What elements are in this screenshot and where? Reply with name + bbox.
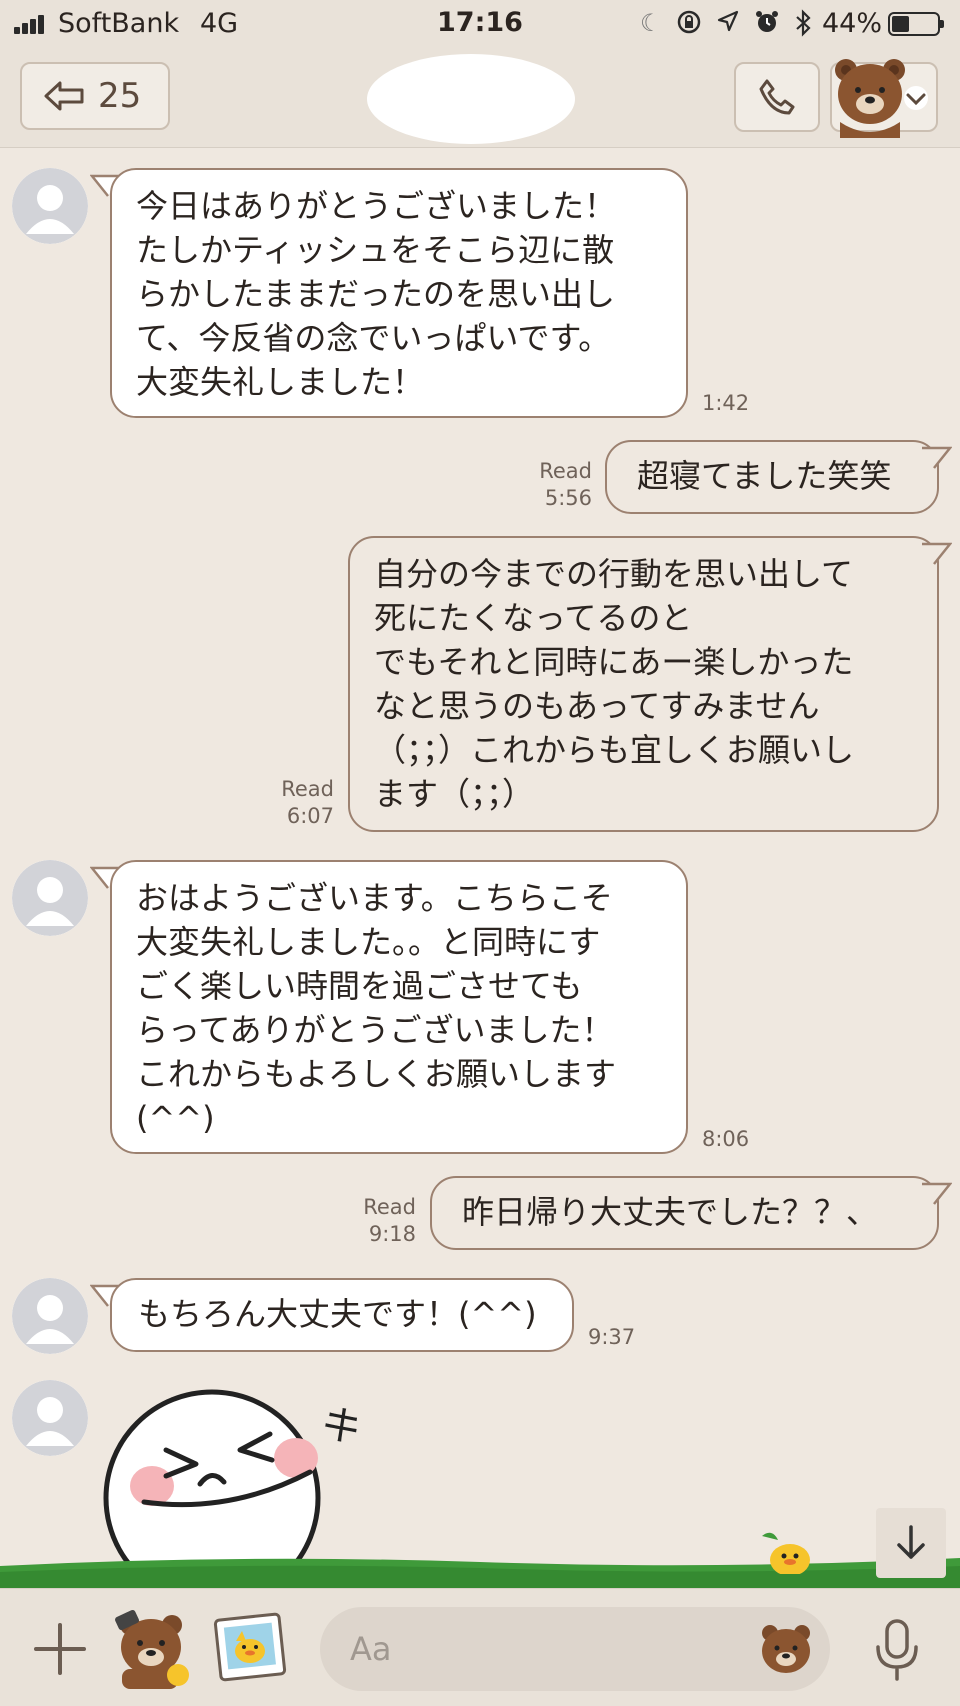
battery-icon — [888, 12, 944, 36]
rotation-lock-icon — [677, 10, 700, 34]
bubble-tail — [922, 542, 952, 565]
read-receipt: Read 5:56 — [539, 459, 592, 510]
microphone-icon[interactable] — [872, 1617, 922, 1681]
call-button[interactable] — [734, 62, 820, 132]
message-time: 8:06 — [702, 1127, 750, 1151]
message-bubble-outgoing[interactable]: 昨日帰り大丈夫でした？？、 — [430, 1176, 939, 1250]
chick-icon — [762, 1532, 810, 1574]
grass-decoration — [0, 1558, 960, 1588]
photo-icon[interactable] — [212, 1611, 288, 1683]
chat-header: 25 — [0, 48, 960, 148]
scroll-to-bottom-button[interactable] — [876, 1508, 946, 1578]
bluetooth-icon — [795, 9, 811, 37]
alarm-icon — [755, 11, 778, 32]
moon-icon: ☾ — [640, 9, 662, 37]
message-bubble-incoming[interactable]: もちろん大丈夫です！(^^) — [110, 1278, 574, 1352]
message-bubble-outgoing[interactable]: 超寝てました笑笑 — [605, 440, 939, 514]
bubble-tail — [922, 446, 952, 469]
unread-count: 25 — [98, 76, 142, 116]
message-input[interactable] — [320, 1607, 830, 1691]
back-button[interactable]: 25 — [20, 62, 170, 130]
message-bubble-incoming[interactable]: 今日はありがとうございました！ たしかティッシュをそこら辺に散 らかしたままだっ… — [110, 168, 688, 418]
back-arrow-icon — [44, 81, 84, 111]
read-receipt: Read 9:18 — [363, 1195, 416, 1246]
battery-level-fill — [892, 16, 910, 32]
status-bar: SoftBank 4G 17:16 ☾ 44% — [0, 0, 960, 48]
sender-avatar[interactable] — [12, 168, 88, 244]
sender-avatar[interactable] — [12, 1278, 88, 1354]
status-icons: ☾ — [640, 9, 812, 37]
chat-title-redacted — [367, 54, 575, 144]
chevron-down-icon — [904, 86, 928, 110]
message-input-bar — [0, 1588, 960, 1706]
bear-sticker-icon[interactable] — [112, 1607, 194, 1689]
bear-avatar-icon — [835, 59, 905, 138]
location-icon — [717, 10, 738, 32]
arrow-down-icon — [897, 1525, 925, 1559]
sticker-text: キキ — [315, 1398, 360, 1469]
message-time: 1:42 — [702, 391, 750, 415]
phone-icon — [759, 79, 795, 115]
message-time: 9:37 — [588, 1325, 636, 1349]
sender-avatar[interactable] — [12, 1380, 88, 1456]
message-bubble-incoming[interactable]: おはようございます。こちらこそ 大変失礼しました。。と同時にす ごく楽しい時間を… — [110, 860, 688, 1154]
battery-percentage: 44% — [822, 8, 883, 39]
read-receipt: Read 6:07 — [281, 777, 334, 828]
plus-icon[interactable] — [32, 1621, 88, 1677]
bubble-tail — [922, 1182, 952, 1205]
message-bubble-outgoing[interactable]: 自分の今までの行動を思い出して 死にたくなってるのと でもそれと同時にあー楽しか… — [348, 536, 939, 832]
status-clock: 17:16 — [437, 7, 523, 38]
sender-avatar[interactable] — [12, 860, 88, 936]
chat-menu-button[interactable] — [830, 59, 938, 138]
bear-emoji-icon[interactable] — [758, 1621, 814, 1677]
